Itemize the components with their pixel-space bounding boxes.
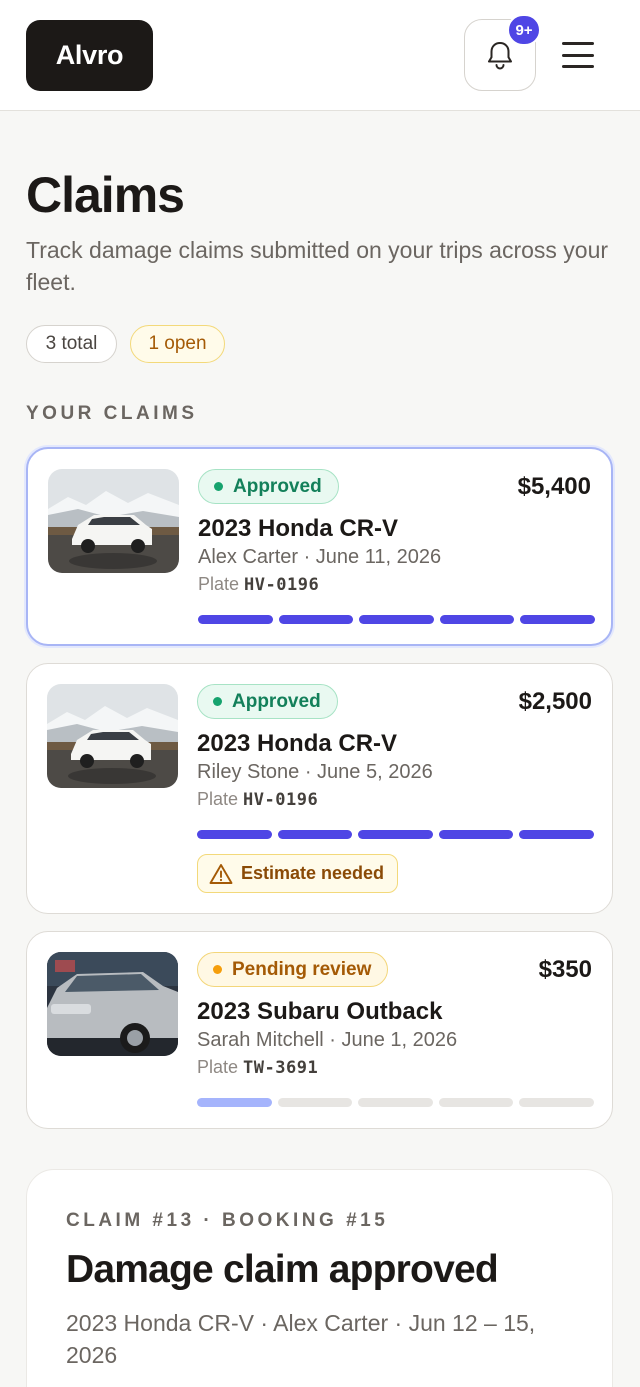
claim-detail-panel: CLAIM #13 · BOOKING #15 Damage claim app…: [26, 1169, 613, 1387]
vehicle-photo: [47, 952, 178, 1056]
claim-amount: $5,400: [517, 473, 591, 500]
bell-icon: [488, 42, 512, 70]
menu-icon[interactable]: [562, 42, 594, 68]
vehicle-name: 2023 Honda CR-V: [198, 515, 399, 542]
vehicle-photo: [48, 469, 179, 573]
claim-progress: [197, 1098, 594, 1107]
vehicle-name: 2023 Subaru Outback: [197, 998, 443, 1025]
section-label: YOUR CLAIMS: [26, 403, 198, 424]
vehicle-photo: [47, 684, 178, 788]
vehicle-name: 2023 Honda CR-V: [197, 730, 398, 757]
claim-reference: CLAIM #13 · BOOKING #15: [66, 1210, 389, 1231]
claim-meta: Sarah Mitchell · June 1, 2026: [197, 1029, 458, 1051]
claim-meta: Alex Carter · June 11, 2026: [198, 546, 442, 568]
detail-title: Damage claim approved: [66, 1248, 499, 1291]
claim-card[interactable]: Approved $2,500 2023 Honda CR-V Riley St…: [26, 663, 613, 914]
claim-card[interactable]: Approved $5,400 2023 Honda CR-V Alex Car…: [26, 447, 613, 646]
claim-progress: [198, 615, 595, 624]
logo[interactable]: Alvro: [26, 20, 153, 91]
top-bar: Alvro 9+: [0, 0, 640, 111]
total-count-pill: 3 total: [26, 325, 117, 363]
plate: Plate HV-0196: [197, 789, 319, 810]
status-badge: Approved: [198, 469, 339, 504]
status-badge: Approved: [197, 684, 338, 719]
warning-icon: [209, 863, 233, 884]
detail-subtitle: 2023 Honda CR-V · Alex Carter · Jun 12 –…: [66, 1310, 536, 1368]
notification-badge: 9+: [507, 14, 541, 46]
estimate-needed-badge[interactable]: Estimate needed: [197, 854, 399, 893]
status-badge: Pending review: [197, 952, 389, 987]
claim-amount: $2,500: [518, 688, 592, 715]
claim-card[interactable]: Pending review $350 2023 Subaru Outback …: [26, 931, 613, 1129]
page-subtitle: Track damage claims submitted on your tr…: [26, 237, 609, 295]
page-title: Claims: [26, 167, 185, 223]
claim-progress: [197, 830, 594, 839]
plate: Plate TW-3691: [197, 1057, 319, 1078]
plate: Plate HV-0196: [198, 574, 320, 595]
claim-meta: Riley Stone · June 5, 2026: [197, 761, 433, 783]
claim-amount: $350: [538, 956, 592, 983]
open-count-pill: 1 open: [130, 325, 225, 363]
